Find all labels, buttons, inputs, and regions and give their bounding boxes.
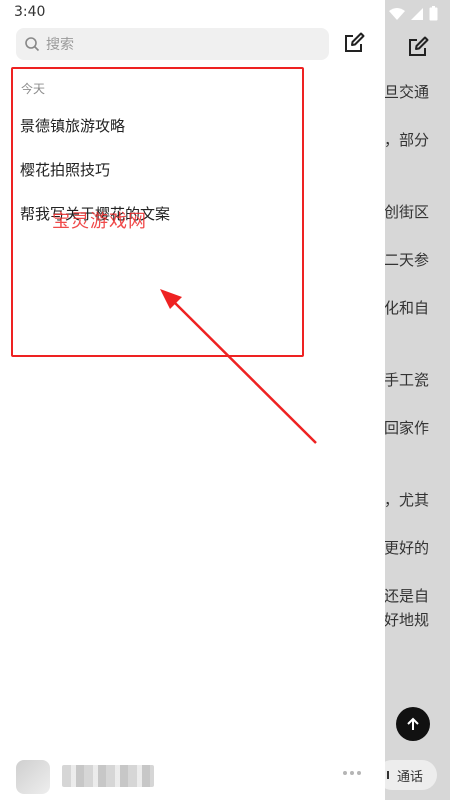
new-chat-button[interactable]	[342, 31, 366, 55]
chat-text-fragment: 更好的	[384, 539, 430, 557]
username-blurred	[62, 765, 154, 787]
chat-text-fragment: 化和自	[384, 299, 430, 317]
chat-text-fragment: 创街区	[384, 203, 430, 221]
battery-icon	[429, 6, 438, 21]
call-button[interactable]: 通话	[377, 760, 437, 790]
chat-text-fragment: 回家作	[384, 419, 430, 437]
chat-text-fragment: ，尤其	[384, 491, 430, 509]
wifi-icon	[389, 7, 405, 20]
call-label: 通话	[397, 769, 424, 785]
system-status-icons	[389, 6, 438, 21]
chat-text-fragment: 二天参	[384, 251, 430, 269]
avatar[interactable]	[16, 760, 50, 794]
search-placeholder: 搜索	[46, 37, 74, 53]
status-time: 3:40	[14, 4, 46, 20]
scroll-to-bottom-button[interactable]	[396, 707, 430, 741]
signal-icon	[411, 7, 423, 20]
voice-wave-icon	[387, 771, 389, 779]
search-icon	[25, 37, 40, 52]
chat-text-fragment: 旦交通	[384, 83, 430, 101]
chat-text-fragment: 手工瓷	[384, 371, 430, 389]
chat-text-fragment: 还是自	[384, 587, 430, 605]
watermark-text: 宝灵游戏网	[52, 211, 147, 232]
new-chat-icon[interactable]	[406, 35, 430, 59]
chat-text-fragment: ，部分	[384, 131, 430, 149]
arrow-up-icon	[407, 717, 419, 730]
more-icon[interactable]	[343, 771, 363, 777]
search-input[interactable]: 搜索	[16, 28, 329, 60]
chat-text-fragment: 好地规	[384, 611, 430, 629]
